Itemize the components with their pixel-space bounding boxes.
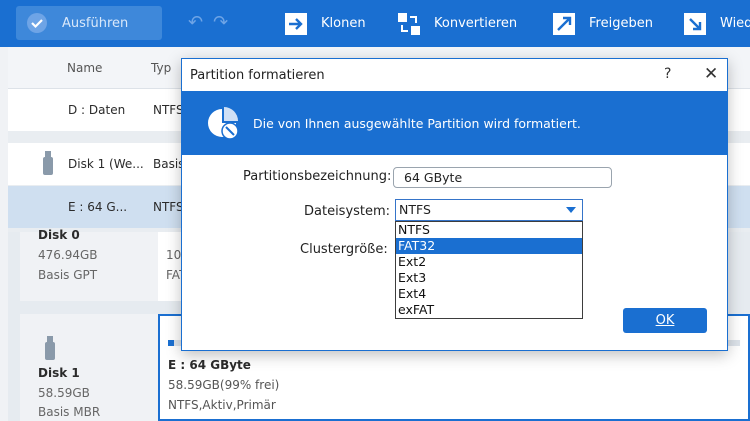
help-icon[interactable]: ? <box>664 66 671 82</box>
row-name: Disk 1 (We... <box>68 157 144 171</box>
disk0-partition-size: 10 <box>166 248 182 262</box>
usb-drive-icon <box>42 151 54 180</box>
toolbar: Ausführen ↶↷ Klonen Konvertieren Freigeb… <box>0 0 750 47</box>
disk1-style: Basis MBR <box>38 405 101 419</box>
left-strip <box>0 47 8 421</box>
disk0-size: 476.94GB <box>38 248 98 262</box>
disk1-size: 58.59GB <box>38 386 90 400</box>
partition-format-icon <box>204 105 240 141</box>
dialog-message: Die von Ihnen ausgewählte Partition wird… <box>253 116 581 131</box>
chevron-down-icon[interactable] <box>566 207 576 213</box>
column-type[interactable]: Typ <box>151 61 171 75</box>
filesystem-option[interactable]: Ext4 <box>396 286 582 302</box>
disk0-style: Basis GPT <box>38 268 98 282</box>
undo-icon[interactable]: ↶ <box>188 12 213 33</box>
row-type: NTFS <box>153 103 184 117</box>
filesystem-option[interactable]: Ext2 <box>396 254 582 270</box>
cluster-size-label: Clustergröße: <box>300 242 388 257</box>
disk0-name: Disk 0 <box>38 228 80 242</box>
close-icon[interactable]: ✕ <box>704 64 718 84</box>
filesystem-select[interactable]: NTFS <box>395 199 583 221</box>
restore-icon <box>684 12 706 35</box>
column-name[interactable]: Name <box>67 61 102 75</box>
partition-size: 58.59GB(99% frei) <box>168 378 280 392</box>
checkmark-icon <box>26 12 48 34</box>
convert-button-label: Konvertieren <box>434 16 518 31</box>
partition-label-label: Partitionsbezeichnung: <box>243 169 392 184</box>
restore-button-label: Wiede <box>720 16 750 31</box>
disk0-card[interactable]: Disk 0 476.94GB Basis GPT <box>20 228 158 301</box>
ok-button-label: OK <box>655 313 675 328</box>
clone-icon <box>285 12 307 35</box>
restore-button[interactable]: Wiede <box>684 0 750 47</box>
share-button[interactable]: Freigeben <box>553 0 653 47</box>
disk1-name: Disk 1 <box>38 366 80 380</box>
run-button-label: Ausführen <box>62 15 129 31</box>
format-partition-dialog: Partition formatieren ? ✕ Die von Ihnen … <box>181 58 728 351</box>
filesystem-option-highlighted[interactable]: FAT32 <box>396 238 582 254</box>
row-type: NTFS <box>153 200 184 214</box>
filesystem-label: Dateisystem: <box>304 204 391 219</box>
ok-button[interactable]: OK <box>623 308 707 333</box>
clone-button[interactable]: Klonen <box>285 0 366 47</box>
partition-info: NTFS,Aktiv,Primär <box>168 398 276 412</box>
partition-label-input[interactable]: 64 GByte <box>393 167 612 188</box>
redo-icon[interactable]: ↷ <box>213 12 238 33</box>
row-name: E : 64 G... <box>68 200 128 214</box>
convert-icon <box>398 12 420 35</box>
dialog-title: Partition formatieren <box>190 68 325 83</box>
disk1-card[interactable]: Disk 1 58.59GB Basis MBR <box>20 314 158 421</box>
share-button-label: Freigeben <box>589 16 653 31</box>
convert-button[interactable]: Konvertieren <box>398 0 517 47</box>
dialog-titlebar: Partition formatieren ? ✕ <box>182 59 727 91</box>
filesystem-option[interactable]: NTFS <box>396 222 582 238</box>
filesystem-option[interactable]: Ext3 <box>396 270 582 286</box>
run-button[interactable]: Ausführen <box>16 6 162 40</box>
partition-name: E : 64 GByte <box>168 358 251 372</box>
row-type: Basis <box>153 157 185 171</box>
row-name: D : Daten <box>68 103 126 117</box>
clone-button-label: Klonen <box>321 16 366 31</box>
filesystem-option[interactable]: exFAT <box>396 302 582 318</box>
dialog-banner: Die von Ihnen ausgewählte Partition wird… <box>182 91 727 155</box>
filesystem-select-value: NTFS <box>399 202 431 217</box>
undo-redo-group[interactable]: ↶↷ <box>188 12 238 33</box>
usb-drive-icon <box>44 336 56 365</box>
filesystem-options-list: NTFS FAT32 Ext2 Ext3 Ext4 exFAT <box>395 221 583 319</box>
share-icon <box>553 12 575 35</box>
